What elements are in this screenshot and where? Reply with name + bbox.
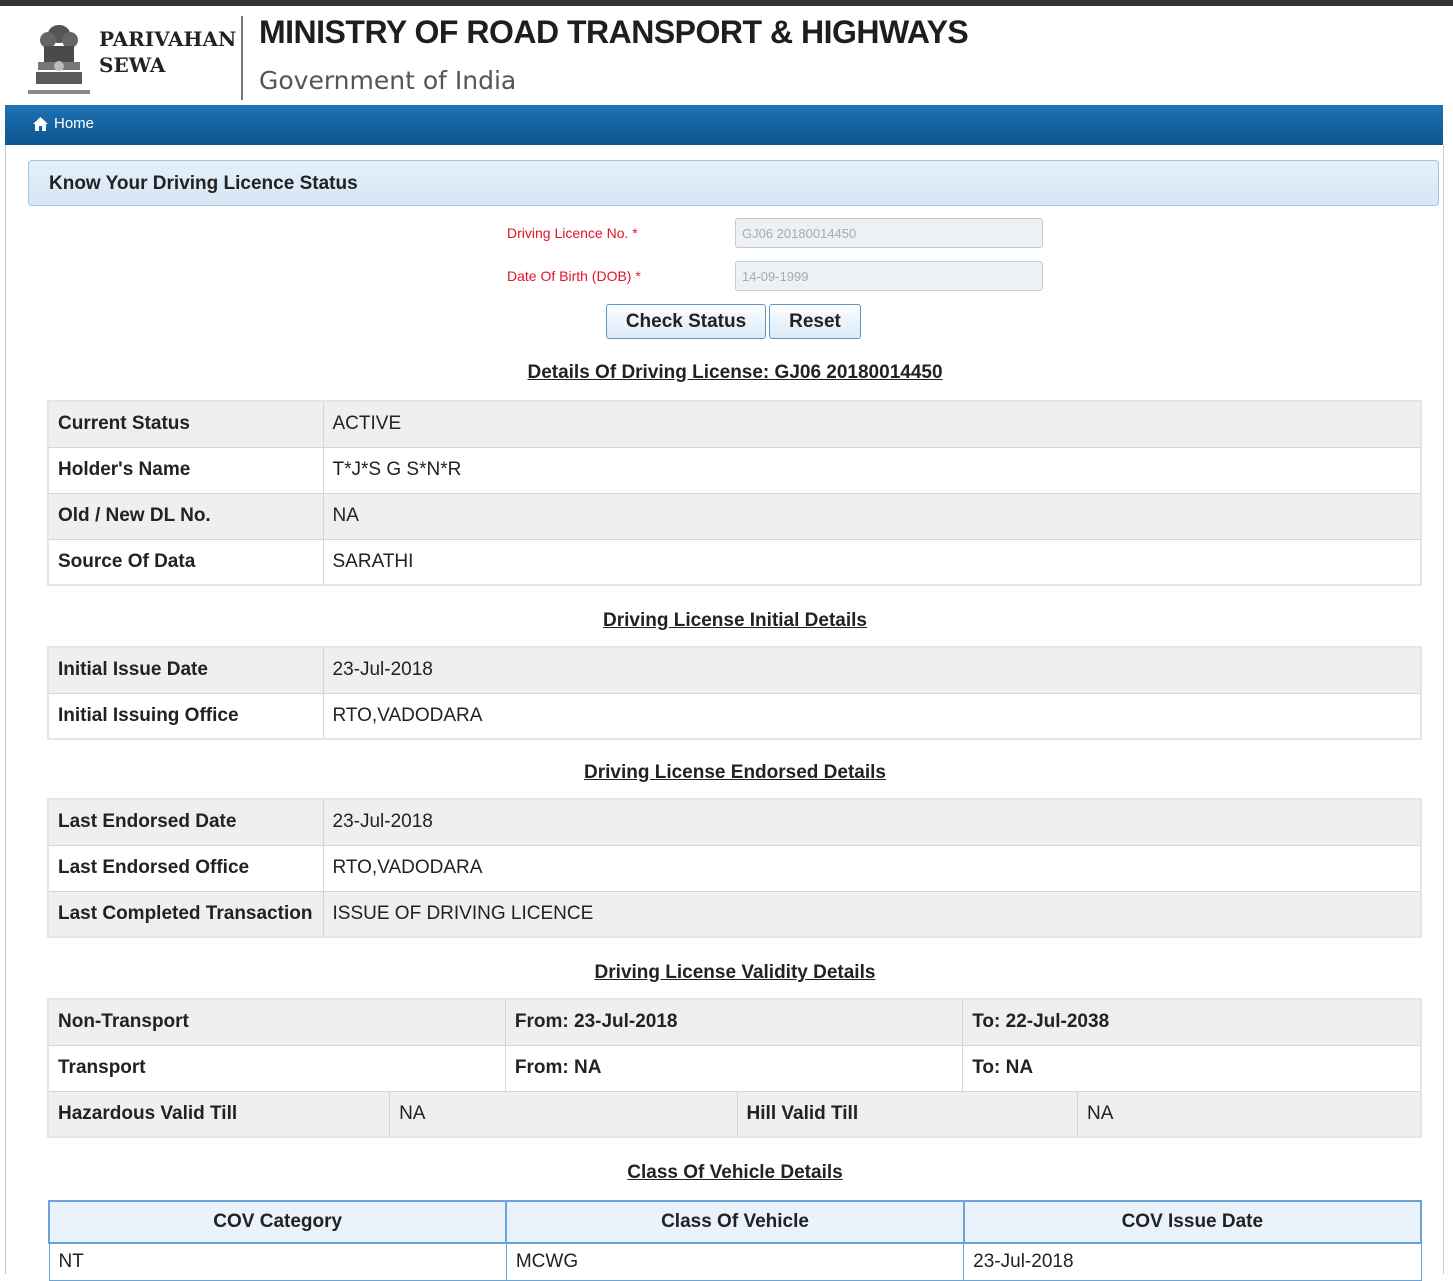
- dob-label: Date Of Birth (DOB) *: [507, 268, 641, 284]
- main-navbar: Home: [5, 105, 1443, 145]
- col-header-cov-issue-date: COV Issue Date: [962, 1200, 1423, 1244]
- dl-number-label: Driving Licence No. *: [507, 225, 638, 241]
- row-label: Holder's Name: [47, 446, 324, 494]
- site-header: PARIVAHAN SEWA MINISTRY OF ROAD TRANSPOR…: [0, 6, 1453, 105]
- hill-label: Hill Valid Till: [736, 1090, 1079, 1138]
- initial-issue-date-value: 23-Jul-2018: [322, 646, 1422, 694]
- old-new-dl-value: NA: [322, 492, 1422, 540]
- cov-issue-date-cell: 23-Jul-2018: [963, 1243, 1422, 1281]
- holder-name-value: T*J*S G S*N*R: [322, 446, 1422, 494]
- table-row: Transport From: NA To: NA: [47, 1044, 1422, 1092]
- brand-line-2: SEWA: [99, 53, 166, 77]
- dl-number-input[interactable]: [735, 218, 1043, 248]
- parivahan-sewa-brand: PARIVAHAN SEWA: [99, 26, 236, 78]
- last-completed-transaction-value: ISSUE OF DRIVING LICENCE: [322, 890, 1422, 938]
- hazardous-label: Hazardous Valid Till: [47, 1090, 391, 1138]
- table-row: Initial Issue Date 23-Jul-2018: [47, 646, 1422, 694]
- table-row: NT MCWG 23-Jul-2018: [48, 1243, 1422, 1281]
- table-row: Initial Issuing Office RTO,VADODARA: [47, 692, 1422, 740]
- panel-title: Know Your Driving Licence Status: [28, 160, 1439, 206]
- row-label: Initial Issuing Office: [47, 692, 324, 740]
- non-transport-from: From: 23-Jul-2018: [504, 998, 964, 1046]
- non-transport-to: To: 22-Jul-2038: [962, 998, 1422, 1046]
- header-divider: [241, 16, 243, 100]
- nav-home-link[interactable]: Home: [33, 115, 94, 132]
- transport-label: Transport: [47, 1044, 506, 1092]
- row-label: Old / New DL No.: [47, 492, 324, 540]
- home-icon: [33, 116, 48, 131]
- col-header-class-of-vehicle: Class Of Vehicle: [505, 1200, 965, 1244]
- table-row: Last Completed Transaction ISSUE OF DRIVI…: [47, 890, 1422, 938]
- row-label: Last Endorsed Office: [47, 844, 324, 892]
- initial-section-title: Driving License Initial Details: [603, 610, 867, 631]
- class-of-vehicle-cell: MCWG: [505, 1243, 965, 1281]
- initial-issuing-office-value: RTO,VADODARA: [322, 692, 1422, 740]
- cov-category-cell: NT: [48, 1243, 507, 1281]
- row-label: Current Status: [47, 400, 324, 448]
- dob-input[interactable]: [735, 261, 1043, 291]
- table-row: Non-Transport From: 23-Jul-2018 To: 22-J…: [47, 998, 1422, 1046]
- validity-details-table: Non-Transport From: 23-Jul-2018 To: 22-J…: [47, 998, 1422, 1138]
- row-label: Last Completed Transaction: [47, 890, 324, 938]
- transport-to: To: NA: [962, 1044, 1422, 1092]
- row-label: Last Endorsed Date: [47, 798, 324, 846]
- table-row: Holder's Name T*J*S G S*N*R: [47, 446, 1422, 494]
- validity-section-title: Driving License Validity Details: [594, 962, 876, 983]
- cov-section-title: Class Of Vehicle Details: [627, 1162, 843, 1183]
- col-header-cov-category: COV Category: [47, 1200, 508, 1244]
- current-status-value: ACTIVE: [322, 400, 1422, 448]
- initial-details-table: Initial Issue Date 23-Jul-2018 Initial Is…: [47, 646, 1422, 740]
- table-row: Source Of Data SARATHI: [47, 538, 1422, 586]
- table-row: Hazardous Valid Till NA Hill Valid Till …: [47, 1090, 1422, 1138]
- check-status-button[interactable]: Check Status: [606, 304, 766, 339]
- row-label: Source Of Data: [47, 538, 324, 586]
- non-transport-from-text: From: 23-Jul-2018: [514, 1011, 678, 1033]
- last-endorsed-date-value: 23-Jul-2018: [322, 798, 1422, 846]
- brand-line-1: PARIVAHAN: [99, 27, 237, 51]
- nav-home-label: Home: [54, 115, 95, 132]
- endorsed-section-title: Driving License Endorsed Details: [584, 762, 886, 783]
- ministry-title: MINISTRY OF ROAD TRANSPORT & HIGHWAYS: [259, 14, 969, 50]
- transport-from: From: NA: [504, 1044, 964, 1092]
- source-of-data-value: SARATHI: [322, 538, 1422, 586]
- table-row: Current Status ACTIVE: [47, 400, 1422, 448]
- government-subtitle: Government of India: [259, 66, 517, 95]
- last-endorsed-office-value: RTO,VADODARA: [322, 844, 1422, 892]
- hill-value: NA: [1077, 1090, 1422, 1138]
- national-emblem-logo: [28, 25, 90, 94]
- table-row: Old / New DL No. NA: [47, 492, 1422, 540]
- hazardous-value: NA: [389, 1090, 738, 1138]
- row-label: Initial Issue Date: [47, 646, 324, 694]
- table-row: Last Endorsed Date 23-Jul-2018: [47, 798, 1422, 846]
- endorsed-details-table: Last Endorsed Date 23-Jul-2018 Last Endor…: [47, 798, 1422, 938]
- cov-table: COV Category Class Of Vehicle COV Issue …: [47, 1200, 1423, 1281]
- details-table: Current Status ACTIVE Holder's Name T*J*S …: [47, 400, 1422, 586]
- table-row: Last Endorsed Office RTO,VADODARA: [47, 844, 1422, 892]
- non-transport-label: Non-Transport: [47, 998, 506, 1046]
- reset-button[interactable]: Reset: [769, 304, 861, 339]
- details-section-title: Details Of Driving License: GJ06 2018001…: [527, 362, 943, 383]
- table-header-row: COV Category Class Of Vehicle COV Issue …: [47, 1200, 1423, 1244]
